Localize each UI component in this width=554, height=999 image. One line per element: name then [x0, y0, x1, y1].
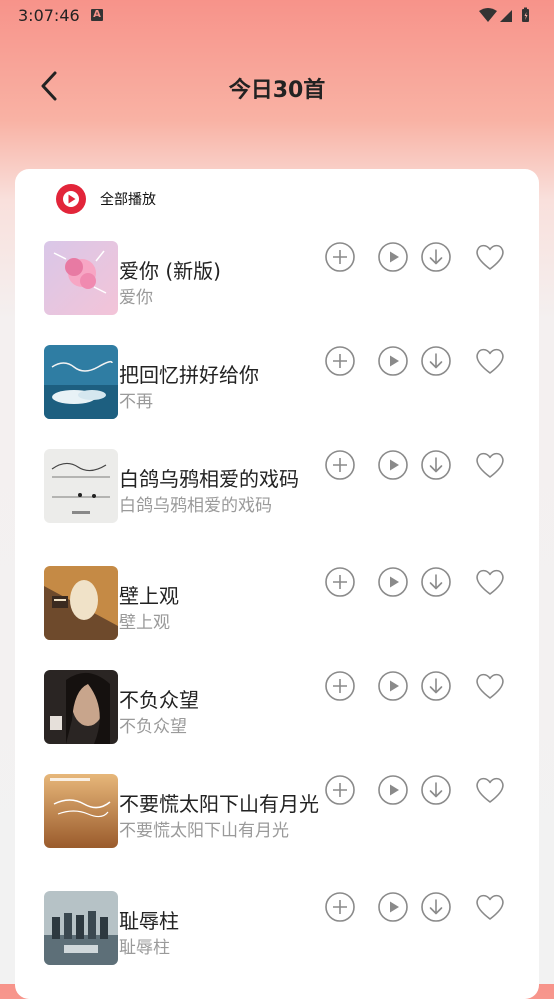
- album-cover: [44, 241, 118, 315]
- status-icons: [479, 7, 529, 22]
- song-artist: 不负众望: [119, 717, 187, 737]
- song-row[interactable]: 耻辱柱 耻辱柱: [44, 891, 539, 967]
- add-button[interactable]: [324, 449, 356, 481]
- play-circle-icon: [56, 184, 86, 214]
- download-button[interactable]: [420, 891, 452, 923]
- play-button[interactable]: [377, 449, 409, 481]
- play-icon: [378, 567, 408, 597]
- download-button[interactable]: [420, 566, 452, 598]
- add-button[interactable]: [324, 345, 356, 377]
- download-button[interactable]: [420, 345, 452, 377]
- song-title: 不要慌太阳下山有月光: [119, 792, 319, 816]
- album-cover: [44, 566, 118, 640]
- song-row[interactable]: 不要慌太阳下山有月光 不要慌太阳下山有月光: [44, 774, 539, 850]
- play-button[interactable]: [377, 241, 409, 273]
- play-icon: [378, 892, 408, 922]
- song-title: 爱你 (新版): [119, 259, 221, 283]
- heart-icon: [476, 777, 504, 803]
- download-icon: [421, 346, 451, 376]
- song-artist: 白鸽乌鸦相爱的戏码: [119, 496, 272, 516]
- page-title: 今日30首: [228, 78, 326, 103]
- download-button[interactable]: [420, 449, 452, 481]
- song-list-card: 全部播放 爱你 (新版) 爱你 把回忆拼好给你 不再 白鸽乌鸦相爱的戏码 白鸽乌鸦相爱的戏…: [15, 169, 539, 999]
- download-icon: [421, 775, 451, 805]
- album-cover: [44, 345, 118, 419]
- status-time: 3:07:46: [18, 6, 80, 25]
- add-icon: [325, 892, 355, 922]
- heart-button[interactable]: [474, 891, 506, 923]
- song-artist: 不再: [119, 392, 153, 412]
- heart-button[interactable]: [474, 241, 506, 273]
- play-button[interactable]: [377, 345, 409, 377]
- album-cover: [44, 670, 118, 744]
- heart-icon: [476, 244, 504, 270]
- play-button[interactable]: [377, 891, 409, 923]
- add-icon: [325, 671, 355, 701]
- play-icon: [378, 346, 408, 376]
- heart-button[interactable]: [474, 670, 506, 702]
- wifi-icon: [479, 8, 497, 22]
- add-button[interactable]: [324, 566, 356, 598]
- play-all-label: 全部播放: [100, 192, 156, 208]
- song-artist: 壁上观: [119, 613, 170, 633]
- signal-icon: [500, 10, 512, 22]
- download-icon: [421, 892, 451, 922]
- play-icon: [378, 775, 408, 805]
- heart-button[interactable]: [474, 345, 506, 377]
- download-button[interactable]: [420, 774, 452, 806]
- download-icon: [421, 671, 451, 701]
- play-icon: [378, 671, 408, 701]
- song-title: 把回忆拼好给你: [119, 363, 259, 387]
- play-icon: [378, 450, 408, 480]
- play-button[interactable]: [377, 774, 409, 806]
- add-icon: [325, 242, 355, 272]
- song-row[interactable]: 白鸽乌鸦相爱的戏码 白鸽乌鸦相爱的戏码: [44, 449, 539, 525]
- song-row[interactable]: 壁上观 壁上观: [44, 566, 539, 642]
- play-all-button[interactable]: 全部播放: [55, 182, 156, 216]
- album-cover: [44, 774, 118, 848]
- play-button[interactable]: [377, 670, 409, 702]
- add-icon: [325, 450, 355, 480]
- heart-icon: [476, 673, 504, 699]
- add-button[interactable]: [324, 670, 356, 702]
- album-cover: [44, 891, 118, 965]
- download-icon: [421, 450, 451, 480]
- play-icon: [378, 242, 408, 272]
- song-title: 耻辱柱: [119, 909, 179, 933]
- song-artist: 耻辱柱: [119, 938, 170, 958]
- download-button[interactable]: [420, 670, 452, 702]
- song-title: 白鸽乌鸦相爱的戏码: [119, 467, 299, 491]
- heart-button[interactable]: [474, 774, 506, 806]
- song-row[interactable]: 爱你 (新版) 爱你: [44, 241, 539, 317]
- heart-icon: [476, 569, 504, 595]
- header: 今日30首: [0, 60, 554, 114]
- song-title: 壁上观: [119, 584, 179, 608]
- status-bar: 3:07:46 A: [0, 0, 554, 32]
- heart-icon: [476, 452, 504, 478]
- add-icon: [325, 567, 355, 597]
- add-button[interactable]: [324, 241, 356, 273]
- download-button[interactable]: [420, 241, 452, 273]
- add-icon: [325, 346, 355, 376]
- add-button[interactable]: [324, 774, 356, 806]
- song-row[interactable]: 把回忆拼好给你 不再: [44, 345, 539, 421]
- song-title: 不负众望: [119, 688, 199, 712]
- add-icon: [325, 775, 355, 805]
- notification-icon: A: [91, 9, 103, 21]
- heart-icon: [476, 894, 504, 920]
- heart-icon: [476, 348, 504, 374]
- play-button[interactable]: [377, 566, 409, 598]
- add-button[interactable]: [324, 891, 356, 923]
- heart-button[interactable]: [474, 566, 506, 598]
- album-cover: [44, 449, 118, 523]
- download-icon: [421, 242, 451, 272]
- song-row[interactable]: 不负众望 不负众望: [44, 670, 539, 746]
- heart-button[interactable]: [474, 449, 506, 481]
- download-icon: [421, 567, 451, 597]
- song-artist: 不要慌太阳下山有月光: [119, 821, 289, 841]
- song-artist: 爱你: [119, 288, 153, 308]
